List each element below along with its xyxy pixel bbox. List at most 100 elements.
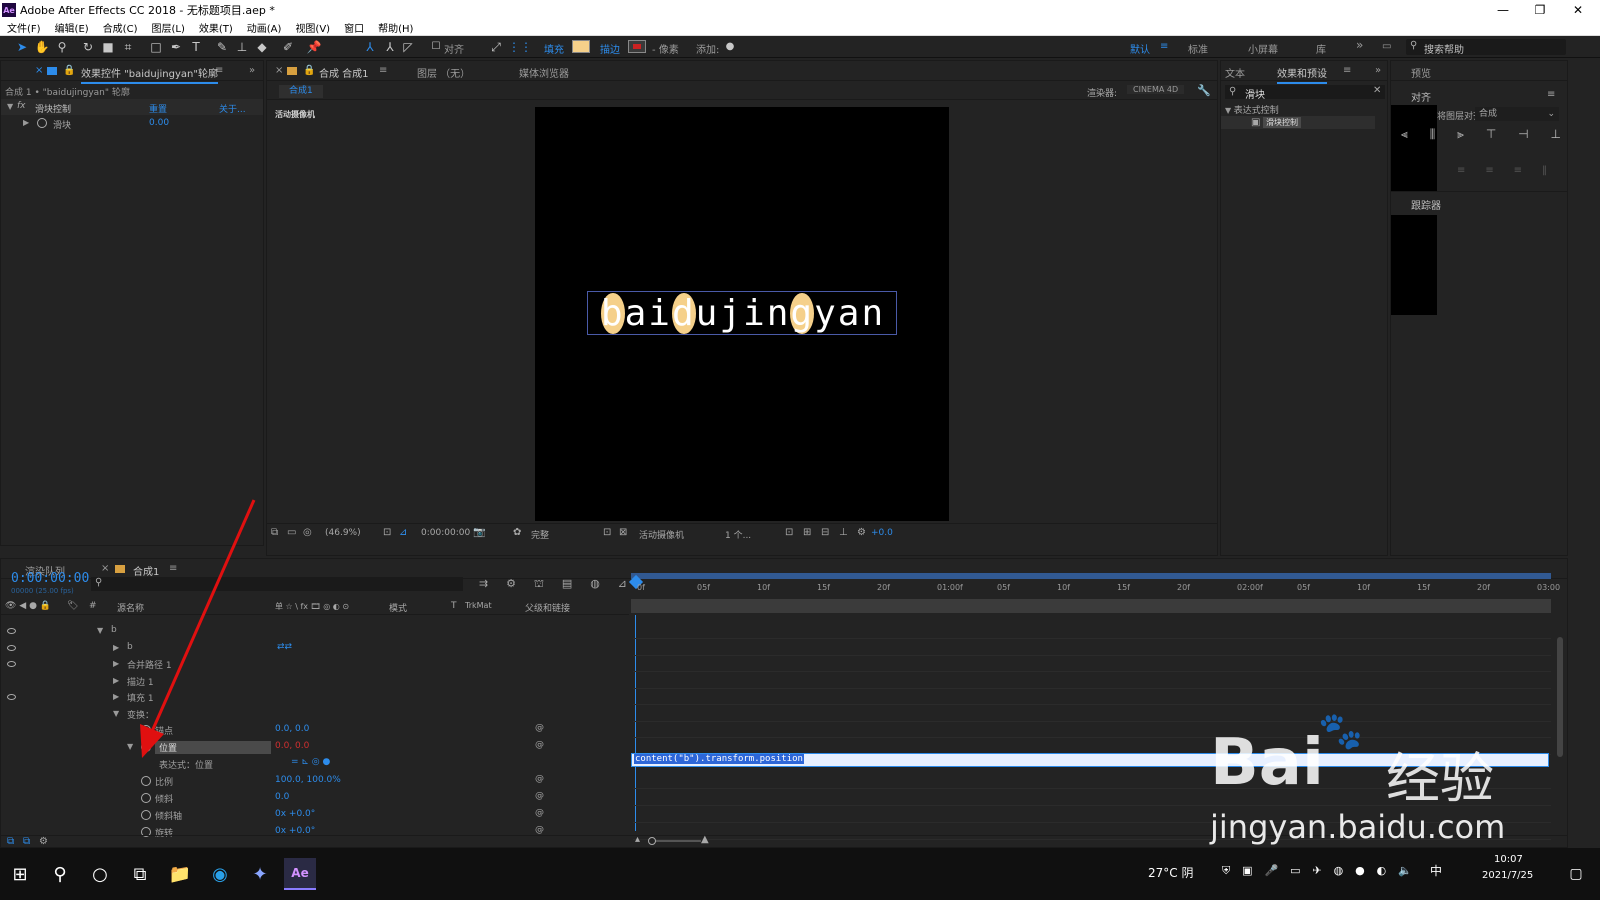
layer-track[interactable] bbox=[633, 689, 1551, 705]
workspace-libraries[interactable]: 库 bbox=[1316, 41, 1326, 56]
brush-tool-icon[interactable]: ✎ bbox=[214, 39, 230, 55]
clock-time[interactable]: 10:07 bbox=[1494, 854, 1523, 865]
twirl-icon[interactable]: ▶ bbox=[113, 692, 119, 701]
align-vcenter-icon[interactable]: ⊣ bbox=[1518, 127, 1528, 145]
current-time[interactable]: 0:00:00:00 bbox=[421, 528, 470, 538]
media-browser-tab[interactable]: 媒体浏览器 bbox=[519, 65, 569, 80]
menu-file[interactable]: 文件(F) bbox=[0, 20, 48, 35]
effects-search-input[interactable]: ⚲ 滑块 ✕ bbox=[1225, 85, 1385, 101]
transparency-grid-icon[interactable]: ⊠ bbox=[619, 527, 627, 538]
zoom-out-icon[interactable]: ▴ bbox=[635, 834, 640, 845]
path-switch-icon[interactable]: ⇄⇄ bbox=[277, 642, 292, 652]
selection-tool-icon[interactable]: ➤ bbox=[14, 39, 30, 55]
twirl-icon[interactable]: ▶ bbox=[113, 676, 119, 685]
align-checkbox[interactable]: ☐ bbox=[428, 39, 444, 55]
app-icon[interactable]: ✦ bbox=[244, 858, 276, 890]
workspace-standard[interactable]: 标准 bbox=[1188, 41, 1208, 56]
text-layer-bounds[interactable]: baidujingyan bbox=[587, 291, 897, 335]
after-effects-taskbar-icon[interactable]: Ae bbox=[284, 858, 316, 890]
weather-text[interactable]: 27°C 阴 bbox=[1148, 864, 1193, 881]
stopwatch-icon[interactable] bbox=[141, 793, 151, 803]
toggle-panels-icon[interactable]: ▭ bbox=[1382, 41, 1391, 52]
property-row[interactable]: 倾斜 0.0 @ bbox=[1, 790, 629, 806]
pickwhip-icon[interactable]: @ bbox=[535, 808, 544, 818]
toggle-switches-icon[interactable]: ⧉ bbox=[7, 836, 14, 847]
timeline-icon[interactable]: ⊟ bbox=[821, 527, 829, 538]
zoom-tool-icon[interactable]: ⚲ bbox=[54, 39, 70, 55]
effects-presets-tab[interactable]: 效果和预设 bbox=[1277, 65, 1327, 84]
lock-icon[interactable]: 🔒 bbox=[63, 65, 75, 76]
menu-window[interactable]: 窗口 bbox=[337, 20, 371, 35]
notification-icon[interactable]: ▢ bbox=[1560, 858, 1592, 890]
comp-mini-flowchart-icon[interactable]: ⇉ bbox=[479, 577, 488, 592]
fast-preview-icon[interactable]: ⊞ bbox=[803, 527, 811, 538]
visibility-eye-icon[interactable] bbox=[7, 694, 16, 700]
about-link[interactable]: 关于... bbox=[219, 102, 246, 115]
layer-track[interactable] bbox=[633, 673, 1551, 689]
vr-icon[interactable]: ◎ bbox=[303, 527, 312, 538]
menu-view[interactable]: 视图(V) bbox=[288, 20, 337, 35]
windows-start-icon[interactable]: ⊞ bbox=[4, 858, 36, 890]
renderer-value[interactable]: CINEMA 4D bbox=[1127, 85, 1185, 94]
stopwatch-icon[interactable] bbox=[37, 118, 47, 128]
reset-exposure-icon[interactable]: ⚙ bbox=[857, 527, 866, 538]
workspace-overflow-icon[interactable]: » bbox=[1356, 38, 1363, 52]
network-icon[interactable]: ▭ bbox=[1290, 864, 1300, 878]
panel-menu-icon[interactable]: ≡ bbox=[1343, 65, 1351, 76]
distribute-bottom-icon[interactable]: ≡ bbox=[1514, 165, 1522, 179]
wechat-icon[interactable]: ◐ bbox=[1377, 864, 1387, 878]
twirl-icon[interactable]: ▼ bbox=[113, 709, 119, 718]
timeline-current-time[interactable]: 0:00:00:00 bbox=[11, 571, 89, 586]
toggle-transfer-icon[interactable]: ⧉ bbox=[23, 836, 30, 847]
file-explorer-icon[interactable]: 📁 bbox=[164, 858, 196, 890]
property-value[interactable]: 100.0, 100.0% bbox=[275, 775, 341, 785]
align-hcenter-icon[interactable]: ⫼ bbox=[1430, 127, 1436, 145]
pen-tool-icon[interactable]: ✒ bbox=[168, 39, 184, 55]
shy-icon[interactable]: ⛫ bbox=[534, 577, 544, 592]
cortana-icon[interactable]: ○ bbox=[84, 858, 116, 890]
fill-label[interactable]: 填充 bbox=[544, 41, 564, 56]
stopwatch-icon[interactable] bbox=[141, 776, 151, 786]
property-row[interactable]: 锚点 0.0, 0.0 @ bbox=[1, 722, 629, 738]
pickwhip-icon[interactable]: @ bbox=[535, 723, 544, 733]
stopwatch-icon[interactable] bbox=[141, 810, 151, 820]
property-row[interactable]: 表达式：位置 = ⊾ ◎ ● bbox=[1, 756, 629, 772]
property-value[interactable]: 0.0, 0.0 bbox=[275, 724, 309, 734]
expression-controls-icon[interactable]: = ⊾ ◎ ● bbox=[291, 757, 330, 767]
world-axis-icon[interactable]: ⅄ bbox=[382, 39, 398, 55]
scrollbar-thumb[interactable] bbox=[1557, 637, 1563, 757]
ime-indicator[interactable]: 中 bbox=[1430, 862, 1442, 879]
twirl-icon[interactable]: ▶ bbox=[113, 659, 119, 668]
pickwhip-icon[interactable]: @ bbox=[535, 825, 544, 835]
tray-icon[interactable]: ▣ bbox=[1242, 864, 1252, 878]
composition-tab[interactable]: 合成 合成1 bbox=[319, 65, 369, 84]
snapshot-icon[interactable]: 📷 bbox=[473, 527, 485, 538]
timeline-scrollbar[interactable] bbox=[1555, 617, 1565, 831]
property-row[interactable]: 倾斜轴 0x +0.0° @ bbox=[1, 807, 629, 823]
motion-blur-icon[interactable]: ◍ bbox=[590, 577, 600, 592]
layer-row[interactable]: ▶ 填充 1 bbox=[1, 689, 629, 705]
layer-track[interactable] bbox=[633, 640, 1551, 656]
clock-date[interactable]: 2021/7/25 bbox=[1482, 870, 1533, 881]
close-button[interactable]: ✕ bbox=[1560, 0, 1596, 20]
draft-3d-icon[interactable]: ⚙ bbox=[506, 577, 516, 592]
panel-overflow-icon[interactable]: » bbox=[1375, 65, 1381, 76]
always-preview-icon[interactable]: ⧉ bbox=[271, 527, 278, 538]
align-bottom-icon[interactable]: ⊥ bbox=[1551, 127, 1561, 145]
camera-dropdown[interactable]: 活动摄像机 bbox=[639, 528, 684, 541]
tree-group[interactable]: ▼ 表达式控制 bbox=[1225, 103, 1279, 116]
property-value[interactable]: 0.0, 0.0 bbox=[275, 741, 309, 751]
restore-button[interactable]: ❐ bbox=[1522, 0, 1558, 20]
flowchart-icon[interactable]: ⊥ bbox=[839, 527, 848, 538]
frame-blending-icon[interactable]: ▤ bbox=[562, 577, 572, 592]
volume-icon[interactable]: 🔈 bbox=[1398, 864, 1412, 878]
visibility-eye-icon[interactable] bbox=[7, 661, 16, 667]
stroke-label[interactable]: 描边 bbox=[600, 41, 620, 56]
panel-menu-icon[interactable]: ≡ bbox=[379, 65, 387, 76]
task-view-icon[interactable]: ⧉ bbox=[124, 858, 156, 890]
zoom-slider[interactable] bbox=[648, 837, 701, 845]
fill-color-swatch[interactable] bbox=[572, 40, 590, 53]
mask-visibility-icon[interactable]: ⊿ bbox=[399, 527, 407, 538]
effect-controls-tab[interactable]: 效果控件 "baidujingyan"轮廓 bbox=[81, 65, 218, 84]
twirl-open-icon[interactable]: ▼ bbox=[7, 102, 13, 111]
